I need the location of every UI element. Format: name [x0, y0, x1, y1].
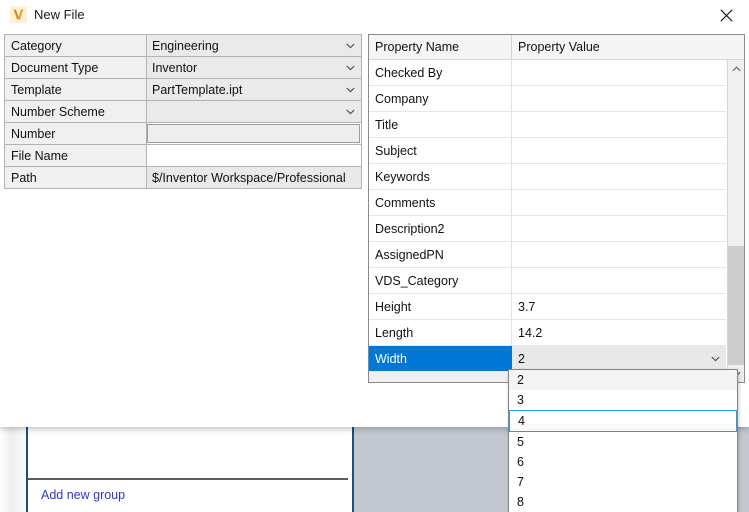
property-value-cell[interactable]: [512, 138, 726, 163]
table-row[interactable]: Title: [369, 112, 726, 138]
property-value-cell[interactable]: [512, 216, 726, 241]
label-path: Path: [5, 167, 147, 188]
table-row[interactable]: Subject: [369, 138, 726, 164]
chevron-down-icon[interactable]: [711, 356, 720, 362]
property-value-cell[interactable]: [512, 60, 726, 85]
close-icon[interactable]: [703, 0, 749, 30]
dropdown-option[interactable]: 2: [509, 370, 737, 390]
file-properties-form: Category Engineering Document Type Inven…: [4, 34, 362, 189]
category-value: Engineering: [152, 38, 219, 53]
dropdown-option-hovered[interactable]: 4: [509, 410, 737, 432]
background-divider: [28, 478, 348, 480]
number-scheme-combobox[interactable]: [147, 101, 361, 122]
width-dropdown-list[interactable]: 2 3 4 5 6 7 8: [508, 369, 738, 512]
property-name-cell: Height: [369, 294, 512, 319]
property-name-cell: AssignedPN: [369, 242, 512, 267]
table-row[interactable]: AssignedPN: [369, 242, 726, 268]
chevron-down-icon: [346, 65, 355, 71]
property-name-cell: Width: [369, 346, 512, 371]
form-row-template: Template PartTemplate.ipt: [5, 79, 361, 101]
label-category: Category: [5, 35, 147, 56]
dropdown-option[interactable]: 3: [509, 390, 737, 410]
property-value-cell[interactable]: [512, 86, 726, 111]
label-file-name: File Name: [5, 145, 147, 166]
background-shadow-strip: [0, 424, 26, 512]
property-value-cell[interactable]: 3.7: [512, 294, 726, 319]
property-value-cell[interactable]: [512, 164, 726, 189]
label-document-type: Document Type: [5, 57, 147, 78]
width-value-combobox[interactable]: 2: [512, 346, 726, 371]
vertical-scrollbar[interactable]: [727, 60, 744, 382]
property-grid-header: Property Name Property Value: [369, 35, 744, 60]
property-name-cell: Title: [369, 112, 512, 137]
scroll-up-icon[interactable]: [728, 60, 744, 77]
scrollbar-thumb[interactable]: [728, 246, 744, 371]
dropdown-option[interactable]: 8: [509, 492, 737, 512]
form-row-document-type: Document Type Inventor: [5, 57, 361, 79]
property-value-cell[interactable]: [512, 242, 726, 267]
chevron-down-icon: [346, 109, 355, 115]
column-header-property-name[interactable]: Property Name: [369, 35, 512, 59]
form-row-path: Path $/Inventor Workspace/Professional: [5, 167, 361, 189]
chevron-down-icon: [346, 87, 355, 93]
property-name-cell: Checked By: [369, 60, 512, 85]
file-name-input[interactable]: [147, 145, 361, 166]
path-value: $/Inventor Workspace/Professional: [152, 170, 346, 185]
number-input[interactable]: [147, 124, 360, 143]
table-row[interactable]: Company: [369, 86, 726, 112]
dialog-title: New File: [34, 7, 85, 22]
document-type-value: Inventor: [152, 60, 198, 75]
form-row-file-name: File Name: [5, 145, 361, 167]
property-grid-body: Checked By Company Title Subject Keyword…: [369, 60, 726, 382]
property-name-cell: [369, 372, 512, 382]
label-template: Template: [5, 79, 147, 100]
dialog-titlebar: New File: [0, 0, 749, 30]
property-value-cell[interactable]: [512, 190, 726, 215]
table-row[interactable]: VDS_Category: [369, 268, 726, 294]
dropdown-option[interactable]: 6: [509, 452, 737, 472]
property-name-cell: Length: [369, 320, 512, 345]
label-number-scheme: Number Scheme: [5, 101, 147, 122]
property-value-cell[interactable]: [512, 268, 726, 293]
form-row-number-scheme: Number Scheme: [5, 101, 361, 123]
property-value-cell[interactable]: [512, 112, 726, 137]
property-name-cell: Comments: [369, 190, 512, 215]
vault-v-icon: [10, 6, 27, 23]
dropdown-option[interactable]: 5: [509, 432, 737, 452]
table-row[interactable]: Description2: [369, 216, 726, 242]
add-new-group-link[interactable]: Add new group: [41, 488, 125, 502]
template-value: PartTemplate.ipt: [152, 82, 243, 97]
template-combobox[interactable]: PartTemplate.ipt: [147, 79, 361, 100]
table-row[interactable]: Keywords: [369, 164, 726, 190]
form-row-category: Category Engineering: [5, 35, 361, 57]
property-value-cell[interactable]: 14.2: [512, 320, 726, 345]
property-name-cell: VDS_Category: [369, 268, 512, 293]
width-value: 2: [518, 351, 525, 366]
table-row[interactable]: Checked By: [369, 60, 726, 86]
property-name-cell: Company: [369, 86, 512, 111]
chevron-down-icon: [346, 43, 355, 49]
form-row-number: Number: [5, 123, 361, 145]
table-row[interactable]: Length 14.2: [369, 320, 726, 346]
property-name-cell: Subject: [369, 138, 512, 163]
column-header-property-value[interactable]: Property Value: [512, 35, 744, 59]
category-combobox[interactable]: Engineering: [147, 35, 361, 56]
document-type-combobox[interactable]: Inventor: [147, 57, 361, 78]
dropdown-option[interactable]: 7: [509, 472, 737, 492]
new-file-dialog: New File Category Engineering Document T…: [0, 0, 749, 427]
screen: Add new group New File Category Engineer…: [0, 0, 749, 512]
property-name-cell: Keywords: [369, 164, 512, 189]
path-value-field[interactable]: $/Inventor Workspace/Professional: [147, 167, 361, 188]
property-name-cell: Description2: [369, 216, 512, 241]
table-row[interactable]: Comments: [369, 190, 726, 216]
label-number: Number: [5, 123, 147, 144]
table-row[interactable]: Height 3.7: [369, 294, 726, 320]
property-grid: Property Name Property Value Checked By …: [368, 34, 745, 383]
